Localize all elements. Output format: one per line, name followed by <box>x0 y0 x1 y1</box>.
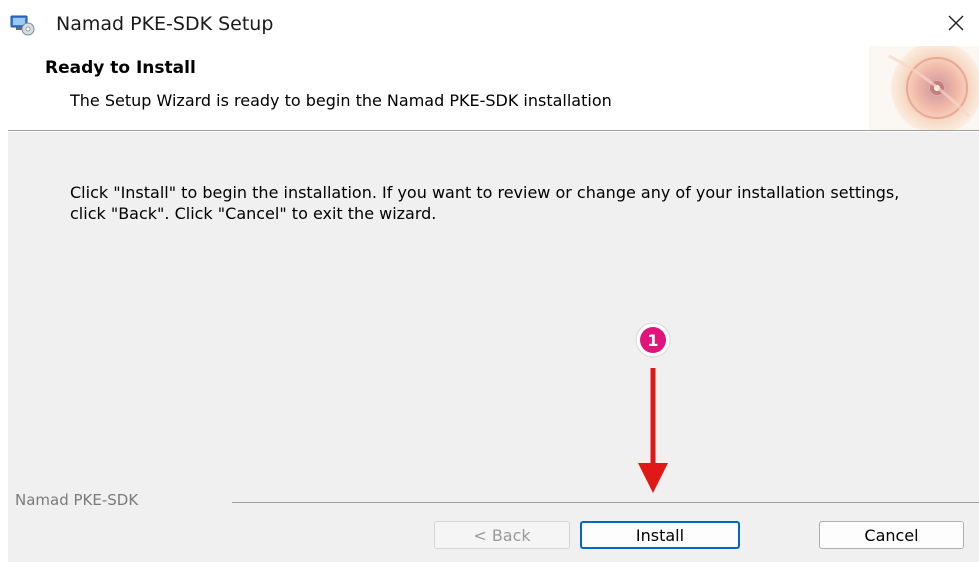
brand-label: Namad PKE-SDK <box>15 491 139 509</box>
close-button[interactable] <box>939 10 973 40</box>
wizard-body: Click "Install" to begin the installatio… <box>8 132 979 562</box>
wizard-header: Ready to Install The Setup Wizard is rea… <box>0 46 979 130</box>
installer-icon <box>10 14 36 36</box>
cancel-button[interactable]: Cancel <box>819 521 964 549</box>
close-icon <box>947 14 965 36</box>
back-button[interactable]: < Back <box>434 521 570 549</box>
window-title: Namad PKE-SDK Setup <box>56 13 274 35</box>
footer-divider <box>232 502 979 503</box>
setup-window: Namad PKE-SDK Setup Ready to Install The… <box>0 0 979 562</box>
page-description: The Setup Wizard is ready to begin the N… <box>70 91 612 110</box>
banner-disc-graphic <box>869 46 979 130</box>
install-button[interactable]: Install <box>580 521 740 549</box>
page-title: Ready to Install <box>45 58 196 78</box>
instruction-text: Click "Install" to begin the installatio… <box>70 183 900 223</box>
title-bar: Namad PKE-SDK Setup <box>0 0 979 46</box>
